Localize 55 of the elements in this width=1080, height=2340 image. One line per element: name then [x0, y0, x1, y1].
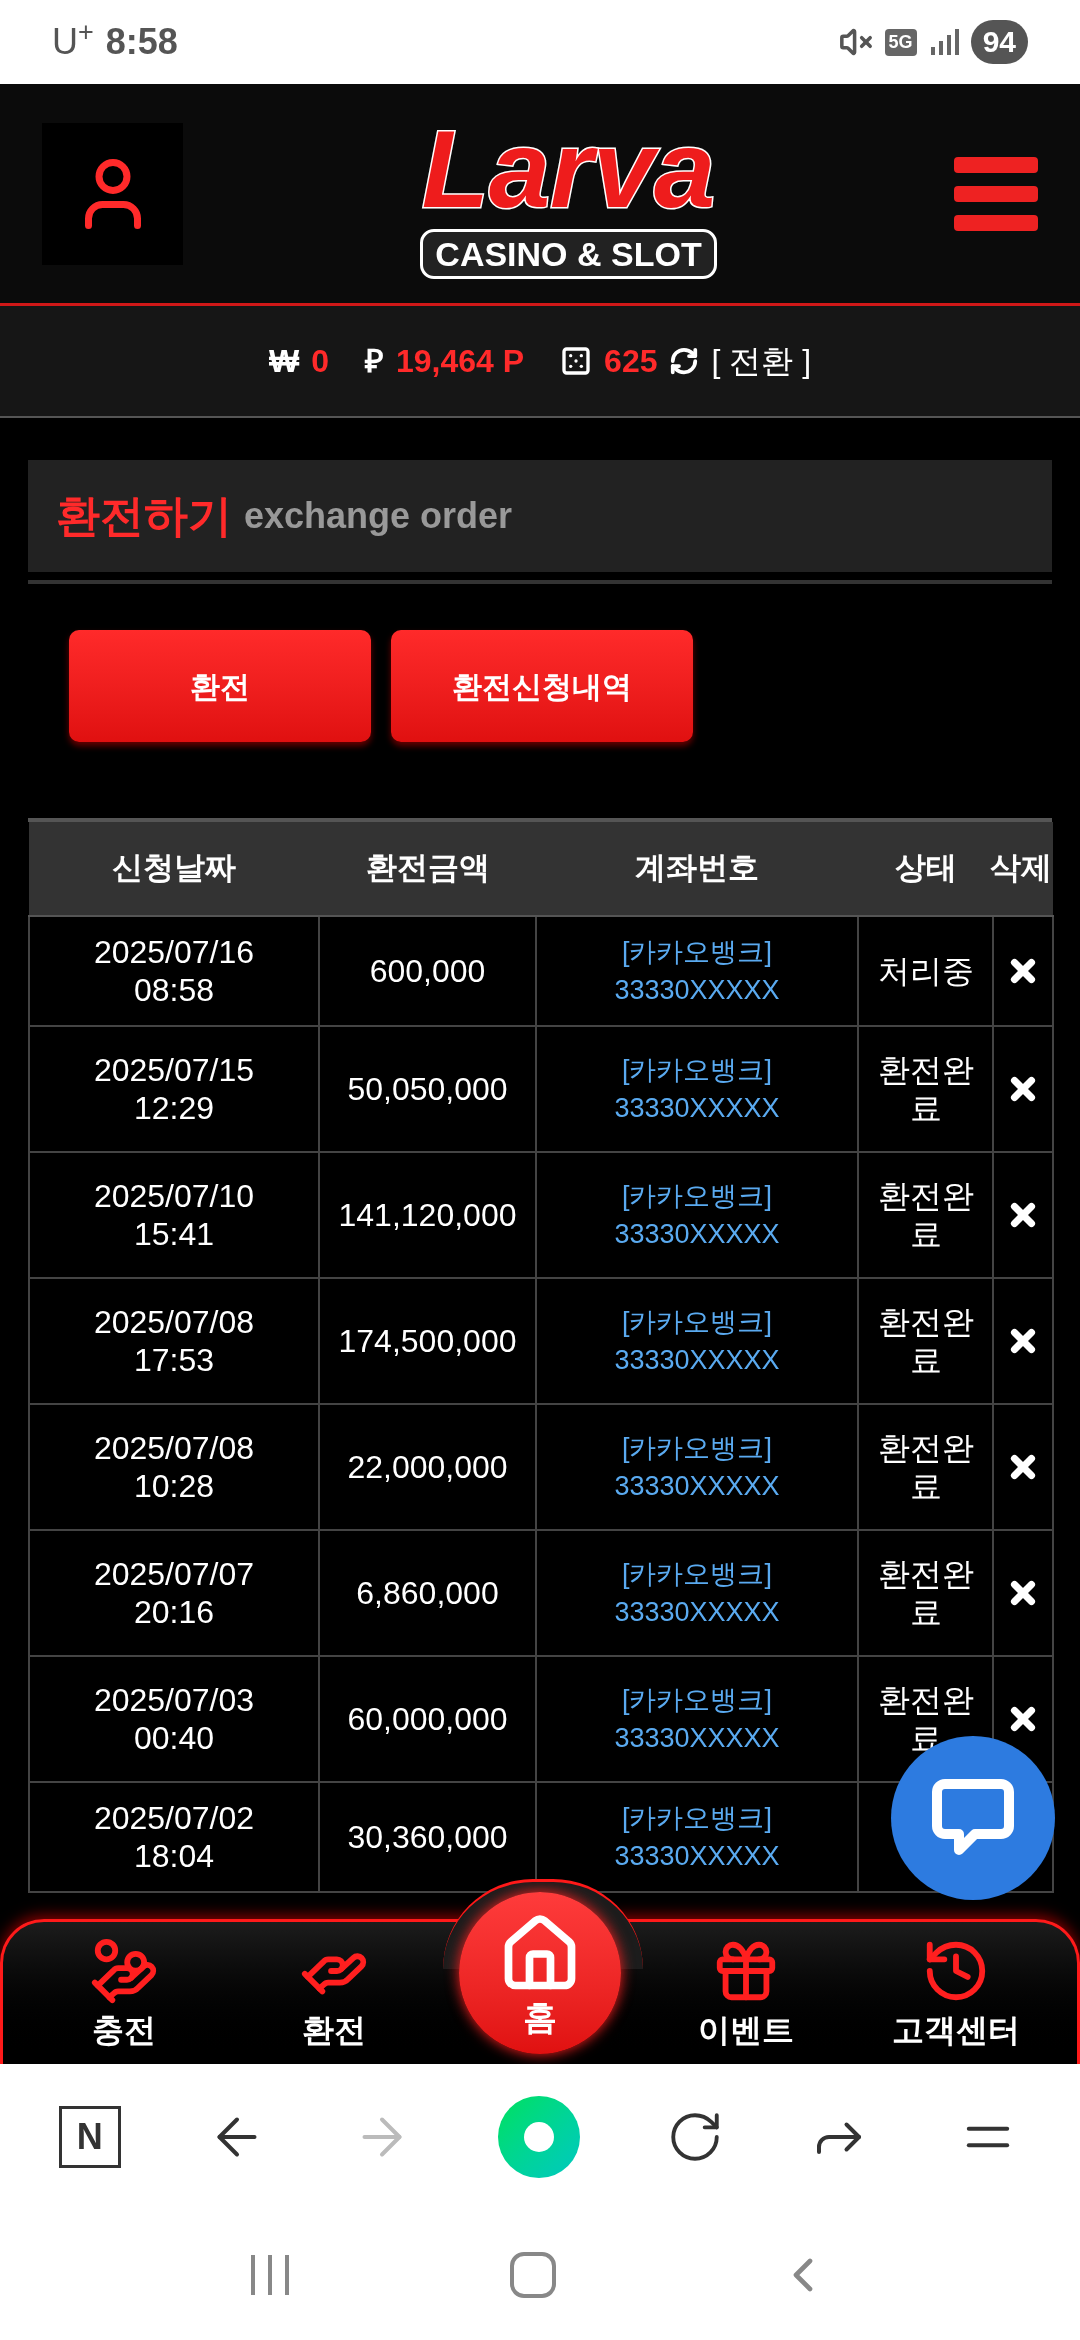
- table-cell: 50,050,000: [319, 1026, 536, 1152]
- home-nav-button[interactable]: 홈: [459, 1892, 621, 2054]
- column-header: 환전금액: [365, 850, 490, 886]
- table-cell: 2025/07/02 18:04: [29, 1782, 319, 1892]
- point-balance: 19,464 P: [395, 342, 525, 381]
- network-label: 5G: [884, 28, 917, 56]
- profile-button[interactable]: [42, 122, 183, 265]
- table-cell: 2025/07/07 20:16: [29, 1530, 319, 1656]
- table-cell: 2025/07/08 17:53: [29, 1278, 319, 1404]
- dice-icon: [560, 345, 593, 377]
- cash-balance: 0: [311, 342, 329, 381]
- exchange-button[interactable]: 환전: [69, 630, 371, 742]
- refresh-icon: [669, 346, 700, 376]
- table-cell: 2025/07/10 15:41: [29, 1152, 319, 1278]
- column-header: 삭제: [990, 849, 1052, 888]
- column-header: 계좌번호: [635, 850, 759, 886]
- table-cell: 환전완료: [877, 1304, 974, 1378]
- table-cell: 174,500,000: [319, 1278, 536, 1404]
- table-cell: 환전완료: [877, 1430, 974, 1504]
- table-cell: 환전완료: [877, 1556, 974, 1630]
- table-cell: 2025/07/03 00:40: [29, 1656, 319, 1782]
- logo: Larva CASINO & SLOT: [415, 108, 722, 279]
- table-cell: 환전완료: [877, 1178, 974, 1252]
- chip-balance: 625: [604, 342, 658, 381]
- table-cell: 22,000,000: [319, 1404, 536, 1530]
- nav-item[interactable]: 이벤트: [661, 1936, 831, 2046]
- column-header: 상태: [894, 850, 957, 886]
- column-header: 신청날짜: [112, 850, 236, 886]
- table-cell: 2025/07/08 10:28: [29, 1404, 319, 1530]
- table-cell: 141,120,000: [319, 1152, 536, 1278]
- won-symbol: ₩: [268, 342, 300, 381]
- recents-icon[interactable]: [249, 2253, 292, 2297]
- nav-item[interactable]: 환전: [249, 1936, 419, 2046]
- page-subtitle: exchange order: [244, 494, 513, 538]
- table-cell: 환전완료: [877, 1052, 974, 1126]
- clock-time: 8:58: [105, 20, 178, 64]
- convert-link[interactable]: [ 전환 ]: [711, 337, 812, 385]
- chat-bubble-icon: [931, 1778, 1015, 1858]
- table-cell: 2025/07/16 08:58: [29, 916, 319, 1026]
- exchange-button[interactable]: 환전신청내역: [391, 630, 693, 742]
- home-icon[interactable]: [510, 2252, 556, 2298]
- nav-item[interactable]: 고객센터: [871, 1936, 1041, 2046]
- table-cell: 60,000,000: [319, 1656, 536, 1782]
- menu-button[interactable]: [954, 156, 1038, 231]
- table-cell: 6,860,000: [319, 1530, 536, 1656]
- naver-home-button[interactable]: N: [58, 2106, 121, 2168]
- table-cell: 2025/07/15 12:29: [29, 1026, 319, 1152]
- point-symbol: ₽: [364, 342, 384, 381]
- page-title: 환전하기: [56, 490, 232, 542]
- signal-icon: [928, 27, 959, 57]
- table-cell: 600,000: [319, 916, 536, 1026]
- table-cell: 처리중: [877, 953, 974, 989]
- battery-level: 94: [970, 20, 1028, 64]
- carrier-label: U$^{+}$: [52, 15, 94, 64]
- nav-item[interactable]: 충전: [39, 1936, 209, 2046]
